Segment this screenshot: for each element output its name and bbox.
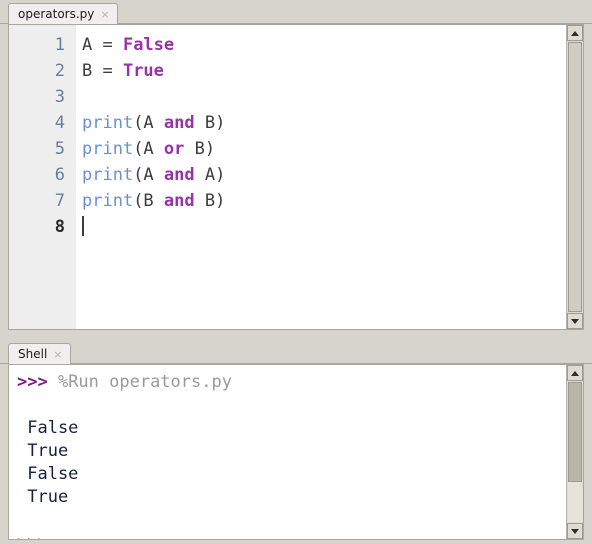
line-number: 3 [54,87,65,107]
line-number: 1 [54,35,65,55]
code-token-plain: A = [82,35,123,55]
arrow-up-glyph [571,30,579,36]
arrow-down-glyph [571,528,579,534]
code-token-plain: (A [133,165,164,185]
shell-line: True [17,486,583,509]
code-token-builtin: print [82,165,134,185]
shell-line: True [17,440,583,463]
code-token-builtin: print [82,113,134,133]
code-token-kw: or [163,139,185,159]
tab-operators-py[interactable]: operators.py × [8,3,118,24]
shell-scrollbar-track[interactable] [568,382,582,522]
code-line[interactable]: print(A and A) [76,162,583,188]
code-line[interactable]: print(A or B) [76,136,583,162]
editor-tabstrip: operators.py × [0,0,592,24]
code-line[interactable] [76,84,583,110]
line-number: 6 [54,165,65,185]
code-token-plain: B) [194,113,226,133]
code-token-plain: (A [133,139,164,159]
scroll-up-arrow-icon[interactable] [567,365,583,381]
editor-vertical-scrollbar[interactable] [566,25,583,329]
line-number: 4 [54,113,65,133]
shell-token-prompt-run: >>> [17,372,58,392]
line-number: 8 [54,217,65,237]
close-icon[interactable]: × [100,9,109,20]
editor-line-number-gutter: 1 2 3 4 5 6 7 8 [9,25,76,329]
shell-token-out: True [17,441,69,461]
code-line[interactable] [76,214,583,240]
code-token-plain: (A [133,113,164,133]
code-token-plain: B) [194,191,226,211]
line-number: 7 [54,191,65,211]
code-token-kw: False [122,35,175,55]
shell-output-area[interactable]: >>> %Run operators.py False True False T… [9,365,583,539]
scroll-down-arrow-icon[interactable] [567,313,583,329]
code-token-plain: B = [82,61,123,81]
shell-line: >>> [17,532,583,539]
scroll-up-arrow-icon[interactable] [567,25,583,41]
code-token-plain: B) [184,139,216,159]
code-line[interactable]: B = True [76,58,583,84]
shell-line: >>> %Run operators.py [17,371,583,394]
shell-token-out: True [17,487,69,507]
line-number: 2 [54,61,65,81]
shell-body: >>> %Run operators.py False True False T… [8,364,584,540]
shell-token-out: False [17,464,79,484]
editor-scrollbar-thumb[interactable] [568,42,582,312]
tab-label: Shell [18,347,48,361]
scroll-down-arrow-icon[interactable] [567,523,583,539]
shell-vertical-scrollbar[interactable] [566,365,583,539]
editor-pane: operators.py × 12345678 A = False B = Tru… [0,0,592,338]
code-token-plain: (B [133,191,164,211]
code-token-kw: True [122,61,164,81]
shell-token-cmd: %Run operators.py [57,372,232,392]
shell-pane: Shell × >>> %Run operators.py False True… [0,340,592,544]
text-caret [82,216,84,236]
editor-body: 12345678 A = False B = True print(A and B)… [8,24,584,330]
shell-token-out: False [17,418,79,438]
editor-code-area[interactable]: A = False B = True print(A and B) print(A o… [76,25,583,329]
code-line[interactable]: print(A and B) [76,110,583,136]
code-token-kw: and [163,165,195,185]
code-token-builtin: print [82,139,134,159]
shell-token-prompt: >>> [17,533,48,539]
arrow-up-glyph [571,370,579,376]
shell-tabstrip: Shell × [0,340,592,364]
code-token-plain: A) [194,165,226,185]
editor-scrollbar-track[interactable] [568,42,582,312]
line-number: 5 [54,139,65,159]
code-token-builtin: print [82,191,134,211]
tab-shell[interactable]: Shell × [8,343,71,364]
code-token-kw: and [163,191,195,211]
code-line[interactable]: A = False [76,32,583,58]
editor-inner: 12345678 A = False B = True print(A and B)… [9,25,583,329]
tab-label: operators.py [18,7,95,21]
shell-scrollbar-thumb[interactable] [568,382,582,482]
code-line[interactable]: print(B and B) [76,188,583,214]
arrow-down-glyph [571,318,579,324]
shell-line: False [17,417,583,440]
close-icon[interactable]: × [53,349,62,360]
shell-line: False [17,463,583,486]
code-token-kw: and [163,113,195,133]
